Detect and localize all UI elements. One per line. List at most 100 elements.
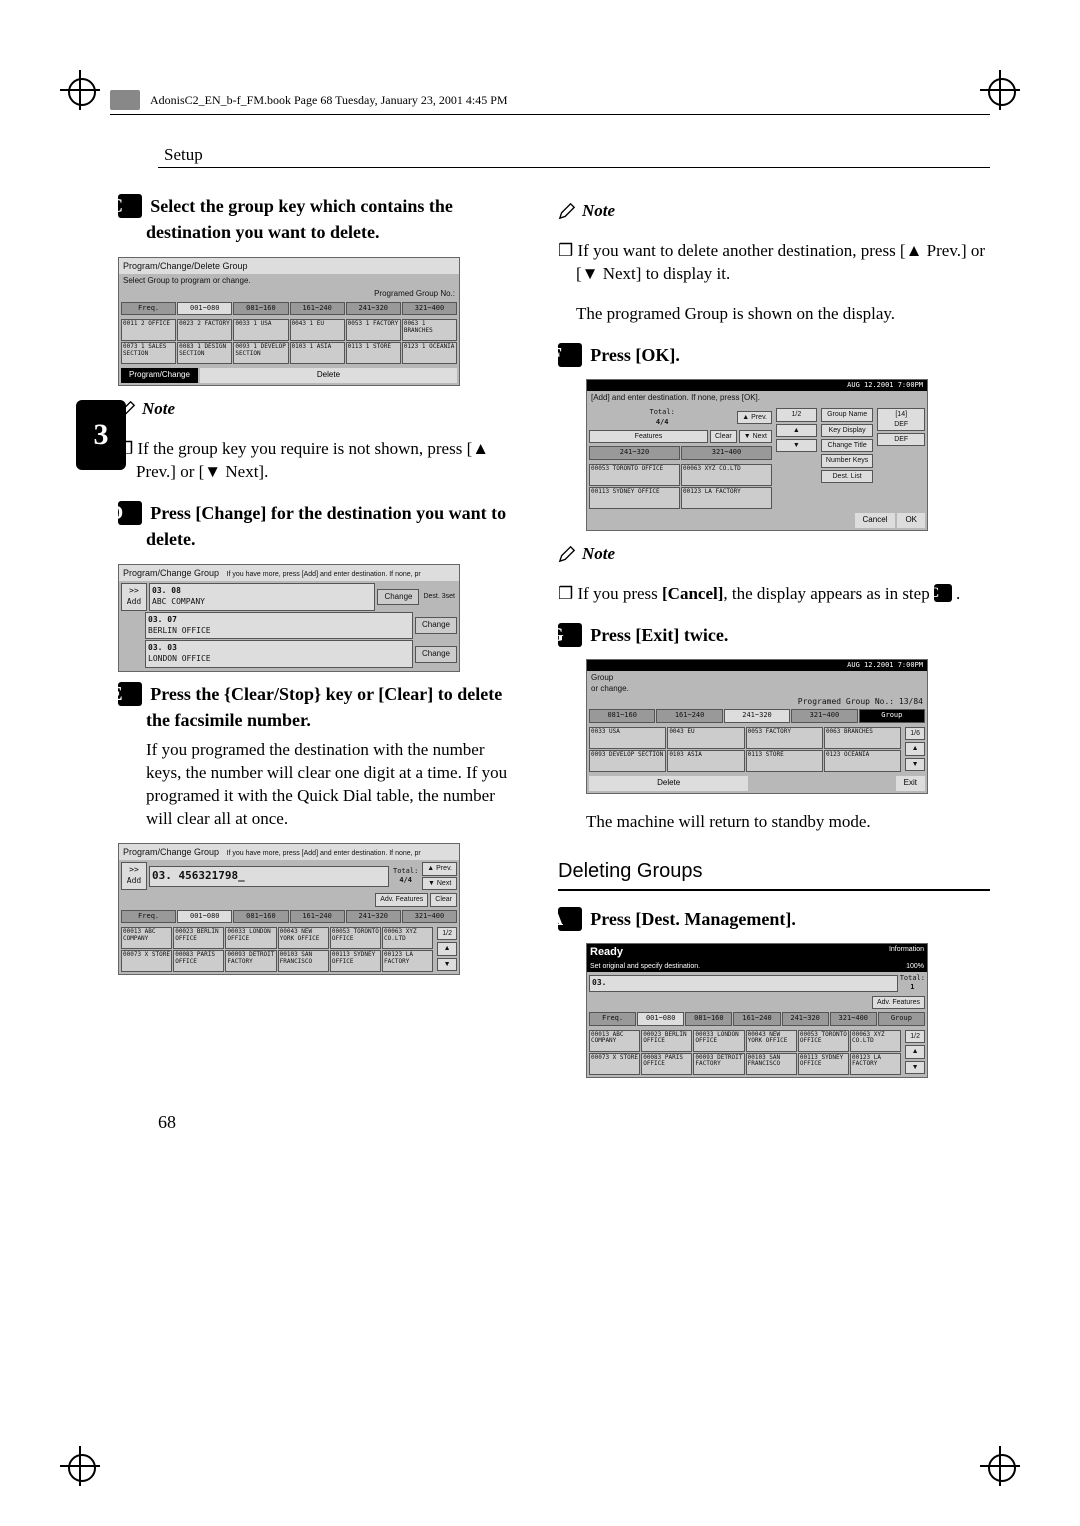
lcd4-cell[interactable]: 00113 SYDNEY OFFICE: [589, 487, 680, 509]
lcd6-tab[interactable]: 081~160: [685, 1012, 732, 1025]
lcd5-exit-button[interactable]: Exit: [896, 776, 925, 791]
lcd5-tab-group[interactable]: Group: [859, 709, 925, 722]
lcd4-up-button[interactable]: ▲: [776, 424, 817, 437]
lcd5-cell[interactable]: 0033 USA: [589, 727, 666, 749]
lcd6-cell[interactable]: 00023 BERLIN OFFICE: [641, 1030, 692, 1052]
lcd3-tab[interactable]: Freq.: [121, 910, 176, 923]
lcd4-prev-button[interactable]: ▲ Prev.: [737, 411, 772, 424]
lcd4-cell[interactable]: 00053 TORONTO OFFICE: [589, 464, 680, 486]
lcd3-tab[interactable]: 321~400: [402, 910, 457, 923]
lcd4-cancel-button[interactable]: Cancel: [855, 513, 896, 528]
lcd4-tab[interactable]: 241~320: [589, 446, 680, 459]
lcd3-number-field[interactable]: 03. 456321798_: [149, 866, 389, 887]
lcd5-tab[interactable]: 081~160: [589, 709, 655, 722]
lcd2-change-button[interactable]: Change: [415, 646, 457, 663]
lcd3-up-button[interactable]: ▲: [437, 942, 457, 955]
lcd5-cell[interactable]: 0123 OCEANIA: [824, 750, 901, 772]
lcd5-up-button[interactable]: ▲: [905, 742, 925, 755]
lcd5-tab[interactable]: 161~240: [656, 709, 722, 722]
lcd1-cell[interactable]: 0113 1 STORE: [346, 342, 401, 364]
lcd3-next-button[interactable]: ▼ Next: [422, 877, 457, 890]
lcd1-program-change-button[interactable]: Program/Change: [121, 368, 198, 383]
lcd1-cell[interactable]: 0083 1 DESIGN SECTION: [177, 342, 232, 364]
lcd3-adv-button[interactable]: Adv. Features: [375, 893, 428, 906]
lcd2-add-button[interactable]: >> Add: [121, 583, 147, 611]
lcd3-cell[interactable]: 00073 X STORE: [121, 950, 172, 972]
lcd6-cell[interactable]: 00093 DETROIT FACTORY: [693, 1053, 744, 1075]
lcd1-cell[interactable]: 0011 2 OFFICE: [121, 319, 176, 341]
lcd3-clear-button[interactable]: Clear: [430, 893, 457, 906]
lcd5-tab[interactable]: 241~320: [724, 709, 790, 722]
lcd6-cell[interactable]: 00083 PARIS OFFICE: [641, 1053, 692, 1075]
lcd5-cell[interactable]: 0103 ASIA: [667, 750, 744, 772]
lcd3-cell[interactable]: 00083 PARIS OFFICE: [173, 950, 224, 972]
lcd1-cell[interactable]: 0063 1 BRANCHES: [402, 319, 457, 341]
lcd4-group-name-button[interactable]: Group Name: [821, 408, 874, 421]
lcd4-down-button[interactable]: ▼: [776, 439, 817, 452]
lcd1-tab-1[interactable]: 001~080: [177, 302, 232, 315]
lcd3-cell[interactable]: 00113 SYDNEY OFFICE: [330, 950, 381, 972]
lcd6-tab[interactable]: 241~320: [782, 1012, 829, 1025]
lcd6-cell[interactable]: 00063 XYZ CO.LTD: [850, 1030, 901, 1052]
lcd4-cell[interactable]: 00123 LA FACTORY: [681, 487, 772, 509]
lcd6-down-button[interactable]: ▼: [905, 1061, 925, 1074]
lcd3-prev-button[interactable]: ▲ Prev.: [422, 862, 457, 875]
lcd6-cell[interactable]: 00103 SAN FRANCISCO: [746, 1053, 797, 1075]
lcd4-number-keys-button[interactable]: Number Keys: [821, 454, 874, 467]
lcd3-cell[interactable]: 00063 XYZ CO.LTD: [382, 927, 433, 949]
lcd1-tab-5[interactable]: 321~400: [402, 302, 457, 315]
lcd1-cell[interactable]: 0023 2 FACTORY: [177, 319, 232, 341]
lcd3-add-button[interactable]: >> Add: [121, 862, 147, 890]
lcd1-tab-4[interactable]: 241~320: [346, 302, 401, 315]
lcd1-cell[interactable]: 0053 1 FACTORY: [346, 319, 401, 341]
lcd3-tab[interactable]: 161~240: [290, 910, 345, 923]
lcd6-adv-button[interactable]: Adv. Features: [872, 996, 925, 1009]
lcd6-tab[interactable]: 321~400: [830, 1012, 877, 1025]
lcd3-cell[interactable]: 00093 DETROIT FACTORY: [225, 950, 276, 972]
lcd3-cell[interactable]: 00103 SAN FRANCISCO: [278, 950, 329, 972]
lcd5-cell[interactable]: 0043 EU: [667, 727, 744, 749]
lcd1-delete-button[interactable]: Delete: [200, 368, 457, 383]
lcd6-cell[interactable]: 00123 LA FACTORY: [850, 1053, 901, 1075]
lcd6-cell[interactable]: 00033 LONDON OFFICE: [693, 1030, 744, 1052]
lcd5-delete-button[interactable]: Delete: [589, 776, 748, 791]
lcd6-code-field[interactable]: 03.: [589, 975, 898, 992]
lcd4-key-display-button[interactable]: Key Display: [821, 424, 874, 437]
lcd3-cell[interactable]: 00023 BERLIN OFFICE: [173, 927, 224, 949]
lcd4-next-button[interactable]: ▼ Next: [739, 430, 772, 443]
lcd3-down-button[interactable]: ▼: [437, 958, 457, 971]
lcd2-change-button[interactable]: Change: [415, 617, 457, 634]
lcd1-tab-2[interactable]: 081~160: [233, 302, 288, 315]
lcd6-cell[interactable]: 00073 X STORE: [589, 1053, 640, 1075]
lcd6-cell[interactable]: 00043 NEW YORK OFFICE: [746, 1030, 797, 1052]
lcd1-cell[interactable]: 0103 1 ASIA: [290, 342, 345, 364]
lcd1-cell[interactable]: 0093 1 DEVELOP SECTION: [233, 342, 288, 364]
lcd6-cell[interactable]: 00013 ABC COMPANY: [589, 1030, 640, 1052]
lcd3-tab[interactable]: 241~320: [346, 910, 401, 923]
lcd1-cell[interactable]: 0123 1 OCEANIA: [402, 342, 457, 364]
lcd1-cell[interactable]: 0073 1 SALES SECTION: [121, 342, 176, 364]
lcd1-cell[interactable]: 0033 1 USA: [233, 319, 288, 341]
lcd3-tab[interactable]: 081~160: [233, 910, 288, 923]
lcd4-cell[interactable]: 00063 XYZ CO.LTD: [681, 464, 772, 486]
lcd6-tab[interactable]: Freq.: [589, 1012, 636, 1025]
lcd5-tab[interactable]: 321~400: [791, 709, 857, 722]
lcd6-tab[interactable]: 161~240: [733, 1012, 780, 1025]
lcd2-change-button[interactable]: Change: [377, 589, 419, 606]
lcd3-cell[interactable]: 00013 ABC COMPANY: [121, 927, 172, 949]
lcd3-cell[interactable]: 00033 LONDON OFFICE: [225, 927, 276, 949]
lcd5-cell[interactable]: 0053 FACTORY: [746, 727, 823, 749]
lcd6-up-button[interactable]: ▲: [905, 1045, 925, 1058]
lcd1-cell[interactable]: 0043 1 EU: [290, 319, 345, 341]
lcd5-cell[interactable]: 0113 STORE: [746, 750, 823, 772]
lcd5-cell[interactable]: 0063 BRANCHES: [824, 727, 901, 749]
lcd4-ok-button[interactable]: OK: [897, 513, 925, 528]
lcd4-change-title-button[interactable]: Change Title: [821, 439, 874, 452]
lcd6-tab[interactable]: Group: [878, 1012, 925, 1025]
lcd4-dest-list-button[interactable]: Dest. List: [821, 470, 874, 483]
lcd3-cell[interactable]: 00043 NEW YORK OFFICE: [278, 927, 329, 949]
lcd1-tab-3[interactable]: 161~240: [290, 302, 345, 315]
lcd3-tab[interactable]: 001~080: [177, 910, 232, 923]
lcd4-clear-button[interactable]: Clear: [710, 430, 737, 443]
lcd4-tab[interactable]: 321~400: [681, 446, 772, 459]
